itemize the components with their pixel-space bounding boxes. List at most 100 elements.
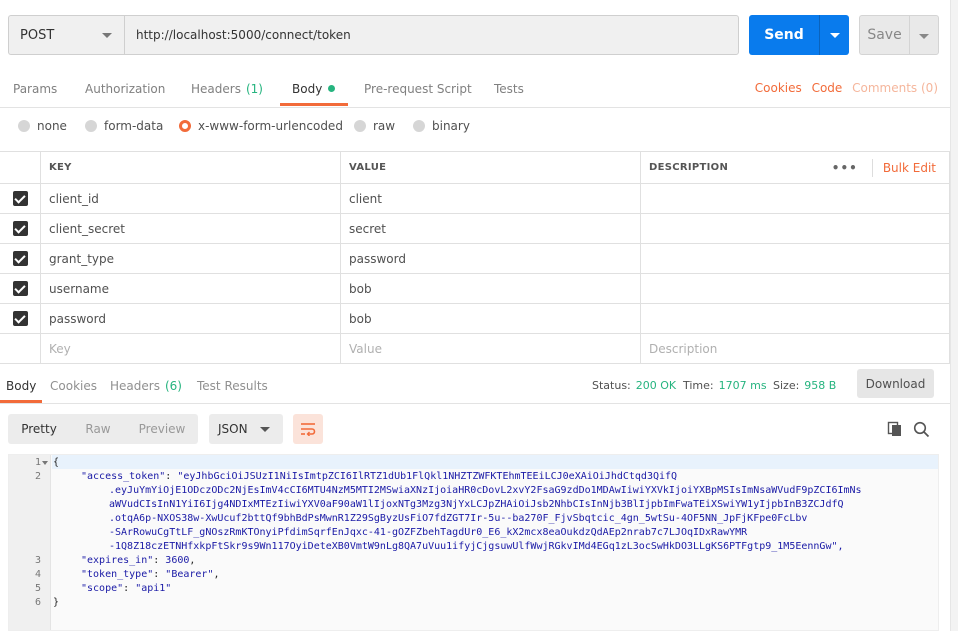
radio-label: raw [373, 119, 396, 133]
value-cell[interactable]: password [340, 244, 640, 273]
tab-params[interactable]: Params [13, 70, 57, 107]
table-row: client_id client [0, 184, 950, 214]
tab-label: Pre-request Script [364, 81, 472, 96]
radio-circle-icon [413, 120, 425, 132]
bulk-edit-link[interactable]: Bulk Edit [883, 161, 936, 175]
table-row: grant_type password [0, 244, 950, 274]
tab-prerequest-script[interactable]: Pre-request Script [364, 70, 472, 107]
time-label: Time: [683, 379, 714, 392]
format-value: JSON [218, 422, 248, 436]
header-check-cell [0, 152, 40, 183]
checkbox-checked[interactable] [12, 281, 28, 296]
window-scrollbar[interactable] [950, 0, 958, 631]
tab-label: Body [6, 378, 37, 393]
key-cell[interactable]: client_secret [40, 214, 340, 243]
save-button[interactable]: Save [859, 15, 909, 55]
search-icon[interactable] [913, 421, 930, 438]
line-number: 3 [34, 555, 41, 566]
tab-response-body[interactable]: Body [6, 368, 36, 403]
code-line-scope: "scope": "api1" [81, 583, 172, 594]
size-info: Size: 958 B [773, 368, 836, 403]
table-row: username bob [0, 274, 950, 304]
tab-label: Cookies [50, 378, 97, 393]
request-tabs: Params Authorization Headers (1) Body Pr… [0, 70, 958, 108]
row-check-cell [0, 184, 40, 213]
tab-test-results[interactable]: Test Results [197, 368, 268, 403]
download-button[interactable]: Download [857, 369, 934, 398]
pretty-button[interactable]: Pretty [8, 414, 70, 444]
description-cell[interactable] [640, 214, 950, 243]
save-dropdown-button[interactable] [909, 15, 939, 55]
new-description-input[interactable]: Description [640, 334, 950, 363]
tab-tests[interactable]: Tests [494, 70, 524, 107]
tab-authorization[interactable]: Authorization [85, 70, 165, 107]
line-number: 1 [34, 457, 41, 468]
value-cell[interactable]: bob [340, 304, 640, 333]
token-continuation: aWVudCIsInN1YiI6Ijg4NDIxMTEzIiwiYXV0aF90… [109, 499, 844, 510]
checkbox-checked[interactable] [12, 191, 28, 206]
radio-raw[interactable]: raw [354, 119, 395, 133]
send-button[interactable]: Send [749, 15, 819, 55]
checkbox-checked[interactable] [12, 311, 28, 326]
radio-x-www-form-urlencoded[interactable]: x-www-form-urlencoded [179, 119, 343, 133]
radio-circle-icon [85, 120, 97, 132]
row-check-cell [0, 274, 40, 303]
response-body-editor[interactable]: 1 2 3 4 5 6 { "access_token": "eyJhbGciO… [8, 454, 939, 631]
format-select[interactable]: JSON [209, 414, 283, 444]
description-cell[interactable] [640, 184, 950, 213]
tab-headers[interactable]: Headers (1) [191, 70, 263, 107]
radio-none[interactable]: none [18, 119, 67, 133]
method-select[interactable]: POST [8, 15, 124, 55]
cookies-link[interactable]: Cookies [755, 81, 802, 95]
key-cell[interactable]: username [40, 274, 340, 303]
preview-button[interactable]: Preview [126, 414, 198, 444]
table-row: client_secret secret [0, 214, 950, 244]
value-cell[interactable]: client [340, 184, 640, 213]
raw-button[interactable]: Raw [70, 414, 126, 444]
fold-arrow-icon[interactable] [42, 461, 48, 465]
copy-icon[interactable] [887, 421, 903, 437]
tab-label: Authorization [85, 81, 166, 96]
comments-link[interactable]: Comments (0) [852, 81, 938, 95]
description-cell[interactable] [640, 304, 950, 333]
status-info: Status: 200 OK [592, 368, 676, 403]
tab-response-cookies[interactable]: Cookies [50, 368, 97, 403]
value-cell[interactable]: bob [340, 274, 640, 303]
key-cell[interactable]: client_id [40, 184, 340, 213]
tab-label: Headers [110, 378, 160, 393]
line-number: 5 [34, 583, 41, 594]
line-number: 2 [34, 471, 41, 482]
new-value-input[interactable]: Value [340, 334, 640, 363]
more-options-icon[interactable]: ••• [832, 161, 858, 175]
line-number: 4 [34, 569, 41, 580]
row-check-cell [0, 334, 40, 363]
key-cell[interactable]: password [40, 304, 340, 333]
code-link[interactable]: Code [812, 81, 843, 95]
headers-count: (1) [245, 81, 263, 96]
description-cell[interactable] [640, 244, 950, 273]
checkbox-checked[interactable] [12, 251, 28, 266]
code-line-access-token: "access_token": "eyJhbGciOiJSUzI1NiIsImt… [81, 471, 678, 482]
radio-binary[interactable]: binary [413, 119, 470, 133]
token-continuation: -SArRowuCgTtLF_gNOszRmKTOnyiPfdimSqrfEnJ… [109, 527, 748, 538]
url-input[interactable]: http://localhost:5000/connect/token [124, 15, 739, 55]
radio-form-data[interactable]: form-data [85, 119, 163, 133]
wrap-lines-button[interactable] [293, 414, 323, 444]
params-table: KEY VALUE DESCRIPTION ••• Bulk Edit clie… [0, 151, 950, 364]
description-cell[interactable] [640, 274, 950, 303]
status-label: Status: [592, 379, 631, 392]
size-label: Size: [773, 379, 800, 392]
value-cell[interactable]: secret [340, 214, 640, 243]
send-dropdown-button[interactable] [819, 15, 849, 55]
tab-body[interactable]: Body [292, 70, 336, 107]
json-key: "scope" [81, 583, 124, 594]
key-cell[interactable]: grant_type [40, 244, 340, 273]
new-key-input[interactable]: Key [40, 334, 340, 363]
tab-response-headers[interactable]: Headers (6) [110, 368, 182, 403]
row-check-cell [0, 244, 40, 273]
radio-label: binary [432, 119, 470, 133]
code-close-brace: } [53, 597, 60, 608]
chevron-down-icon [830, 33, 840, 38]
checkbox-checked[interactable] [12, 221, 28, 236]
token-continuation: .eyJuYmYiOjE1ODczODc2NjEsImV4cCI6MTU4NzM… [109, 485, 862, 496]
